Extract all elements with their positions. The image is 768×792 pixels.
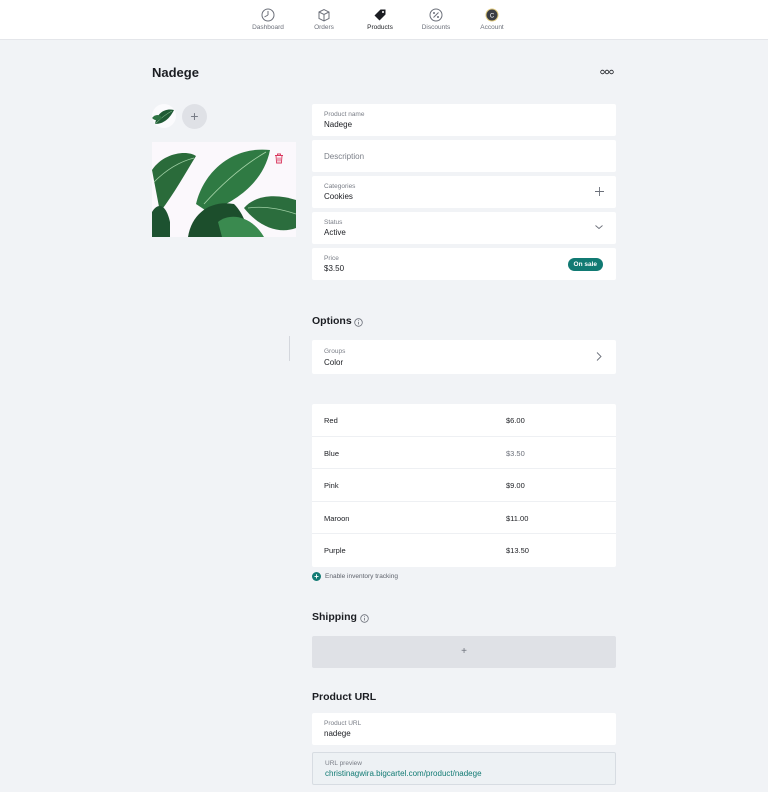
price-field[interactable]: Price $3.50 On sale bbox=[312, 248, 616, 280]
nav-orders-label: Orders bbox=[314, 24, 334, 31]
box-icon bbox=[318, 8, 330, 22]
option-row[interactable]: Pink $9.00 bbox=[312, 469, 616, 502]
on-sale-toggle[interactable]: On sale bbox=[567, 258, 603, 271]
groups-field[interactable]: Groups Color bbox=[312, 340, 616, 374]
page-title: Nadege bbox=[152, 65, 199, 80]
option-name: Blue bbox=[324, 448, 340, 458]
option-price: $9.00 bbox=[506, 481, 525, 490]
top-navigation: Dashboard Orders Products Discounts C Ac… bbox=[0, 0, 768, 40]
product-thumbnail[interactable] bbox=[152, 104, 176, 128]
chevron-down-icon bbox=[595, 225, 603, 230]
product-url-label: Product URL bbox=[324, 720, 362, 727]
option-price: $13.50 bbox=[506, 546, 529, 555]
option-row[interactable]: Purple $13.50 bbox=[312, 534, 616, 567]
product-url-field[interactable]: Product URL nadege bbox=[312, 713, 616, 745]
status-value: Active bbox=[324, 228, 346, 237]
option-values-table: Red $6.00 Blue $3.50 Pink $9.00 Maroon $… bbox=[312, 404, 616, 567]
url-preview: URL preview christinagwira.bigcartel.com… bbox=[312, 752, 616, 785]
more-options-icon[interactable] bbox=[600, 68, 614, 76]
groups-label: Groups bbox=[324, 348, 346, 355]
shipping-title: Shipping bbox=[312, 611, 357, 623]
option-price: $3.50 bbox=[506, 448, 525, 458]
nav-account-label: Account bbox=[480, 24, 504, 31]
option-name: Pink bbox=[324, 481, 339, 490]
inventory-label: Enable inventory tracking bbox=[325, 573, 398, 581]
nav-dashboard-label: Dashboard bbox=[252, 24, 284, 31]
categories-label: Categories bbox=[324, 183, 356, 190]
status-label: Status bbox=[324, 219, 343, 226]
option-row[interactable]: Blue $3.50 bbox=[312, 437, 616, 469]
delete-image-icon[interactable] bbox=[274, 153, 284, 164]
nav-discounts-label: Discounts bbox=[421, 24, 451, 31]
url-preview-label: URL preview bbox=[325, 760, 362, 767]
description-field[interactable]: Description bbox=[312, 140, 616, 172]
product-url-title: Product URL bbox=[312, 691, 377, 703]
avatar-icon: C bbox=[485, 8, 499, 22]
nav-products[interactable]: Products bbox=[350, 8, 410, 31]
url-preview-link[interactable]: christinagwira.bigcartel.com/product/nad… bbox=[325, 769, 482, 778]
option-price: $6.00 bbox=[506, 416, 525, 425]
categories-field[interactable]: Categories Cookies bbox=[312, 176, 616, 208]
avatar-initial: C bbox=[490, 13, 495, 19]
status-field[interactable]: Status Active bbox=[312, 212, 616, 244]
options-title: Options bbox=[312, 315, 352, 327]
option-row[interactable]: Red $6.00 bbox=[312, 404, 616, 437]
dashboard-icon bbox=[261, 8, 275, 22]
price-label: Price bbox=[324, 255, 339, 262]
add-image-button[interactable]: + bbox=[182, 104, 207, 129]
product-name-field[interactable]: Product name Nadege bbox=[312, 104, 616, 136]
divider bbox=[289, 336, 290, 361]
plus-circle-icon: + bbox=[312, 572, 321, 581]
options-info-icon[interactable] bbox=[354, 318, 363, 327]
description-placeholder: Description bbox=[324, 152, 365, 161]
plus-icon: + bbox=[190, 108, 199, 124]
enable-inventory-tracking[interactable]: + Enable inventory tracking bbox=[312, 572, 398, 581]
categories-value: Cookies bbox=[324, 192, 353, 201]
product-name-value: Nadege bbox=[324, 120, 353, 129]
option-price: $11.00 bbox=[506, 513, 529, 523]
shipping-info-icon[interactable] bbox=[360, 614, 369, 623]
add-category-plus-icon[interactable] bbox=[595, 187, 604, 196]
chevron-right-icon bbox=[596, 352, 602, 361]
nav-discounts[interactable]: Discounts bbox=[406, 8, 466, 31]
percent-icon bbox=[429, 8, 443, 22]
tag-icon bbox=[374, 9, 386, 21]
price-value: $3.50 bbox=[324, 264, 345, 273]
nav-dashboard[interactable]: Dashboard bbox=[238, 8, 298, 31]
option-name: Purple bbox=[324, 546, 346, 555]
product-name-label: Product name bbox=[324, 111, 365, 118]
groups-value: Color bbox=[324, 358, 344, 367]
option-name: Red bbox=[324, 416, 338, 425]
option-name: Maroon bbox=[324, 513, 350, 523]
leaf-thumbnail-image bbox=[152, 109, 174, 125]
add-shipping-button[interactable]: + bbox=[312, 636, 616, 668]
nav-orders[interactable]: Orders bbox=[294, 8, 354, 31]
option-row[interactable]: Maroon $11.00 bbox=[312, 502, 616, 534]
nav-products-label: Products bbox=[367, 24, 393, 31]
nav-account[interactable]: C Account bbox=[462, 8, 522, 31]
product-url-value: nadege bbox=[324, 729, 351, 738]
